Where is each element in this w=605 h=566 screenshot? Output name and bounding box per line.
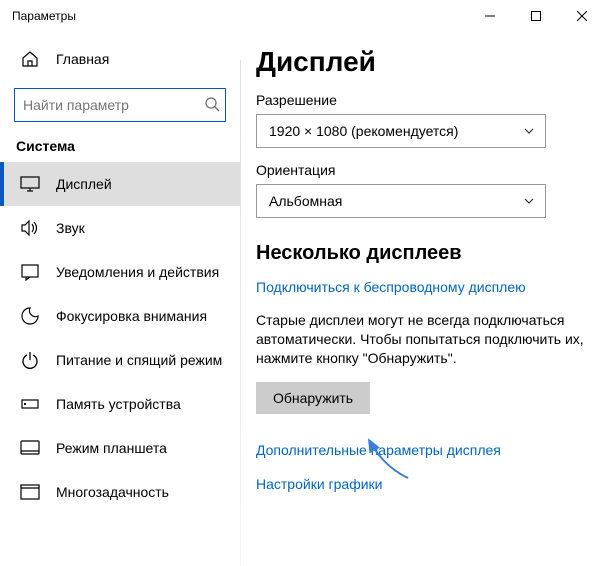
- maximize-button[interactable]: [513, 0, 559, 32]
- minimize-button[interactable]: [467, 0, 513, 32]
- focus-icon: [20, 307, 40, 325]
- resolution-dropdown[interactable]: 1920 × 1080 (рекомендуется): [256, 114, 546, 148]
- resolution-value: 1920 × 1080 (рекомендуется): [269, 123, 458, 139]
- tablet-icon: [20, 440, 40, 456]
- sidebar-item-power[interactable]: Питание и спящий режим: [0, 338, 240, 382]
- sidebar-item-label: Звук: [56, 220, 85, 236]
- sidebar-item-sound[interactable]: Звук: [0, 206, 240, 250]
- storage-icon: [20, 395, 40, 413]
- orientation-dropdown[interactable]: Альбомная: [256, 184, 546, 218]
- display-icon: [20, 176, 40, 192]
- search-input[interactable]: [23, 97, 204, 113]
- section-header-system: Система: [0, 134, 240, 162]
- sidebar-item-focus[interactable]: Фокусировка внимания: [0, 294, 240, 338]
- sidebar-item-tablet[interactable]: Режим планшета: [0, 426, 240, 470]
- window-title: Параметры: [12, 9, 76, 23]
- sidebar-item-label: Дисплей: [56, 176, 112, 192]
- multiple-displays-heading: Несколько дисплеев: [256, 242, 587, 265]
- home-icon: [20, 50, 40, 68]
- detect-description: Старые дисплеи могут не всегда подключат…: [256, 311, 586, 368]
- home-nav[interactable]: Главная: [0, 40, 240, 78]
- sidebar: Главная Система Дисплей: [0, 32, 240, 566]
- sidebar-item-multitask[interactable]: Многозадачность: [0, 470, 240, 514]
- sidebar-item-label: Память устройства: [56, 396, 181, 412]
- sound-icon: [20, 219, 40, 237]
- search-icon: [204, 96, 220, 115]
- sidebar-item-label: Многозадачность: [56, 484, 169, 500]
- detect-button[interactable]: Обнаружить: [256, 382, 370, 414]
- close-button[interactable]: [559, 0, 605, 32]
- connect-wireless-display-link[interactable]: Подключиться к беспроводному дисплею: [256, 279, 526, 295]
- power-icon: [20, 351, 40, 369]
- sidebar-item-display[interactable]: Дисплей: [0, 162, 240, 206]
- chevron-down-icon: [523, 125, 535, 137]
- search-box[interactable]: [14, 88, 226, 122]
- resolution-label: Разрешение: [256, 92, 587, 108]
- title-bar: Параметры: [0, 0, 605, 32]
- window-controls: [467, 0, 605, 32]
- advanced-display-settings-link[interactable]: Дополнительные параметры дисплея: [256, 442, 587, 458]
- content-pane: Дисплей Разрешение 1920 × 1080 (рекоменд…: [240, 32, 605, 566]
- graphics-settings-link[interactable]: Настройки графики: [256, 476, 587, 492]
- multitask-icon: [20, 484, 40, 500]
- sidebar-item-notifications[interactable]: Уведомления и действия: [0, 250, 240, 294]
- sidebar-item-label: Питание и спящий режим: [56, 352, 222, 368]
- notifications-icon: [20, 263, 40, 281]
- sidebar-item-label: Уведомления и действия: [56, 264, 219, 280]
- sidebar-item-label: Фокусировка внимания: [56, 308, 207, 324]
- page-title: Дисплей: [256, 46, 587, 78]
- home-label: Главная: [56, 51, 109, 67]
- sidebar-item-label: Режим планшета: [56, 440, 167, 456]
- orientation-label: Ориентация: [256, 162, 587, 178]
- orientation-value: Альбомная: [269, 193, 342, 209]
- chevron-down-icon: [523, 195, 535, 207]
- sidebar-item-storage[interactable]: Память устройства: [0, 382, 240, 426]
